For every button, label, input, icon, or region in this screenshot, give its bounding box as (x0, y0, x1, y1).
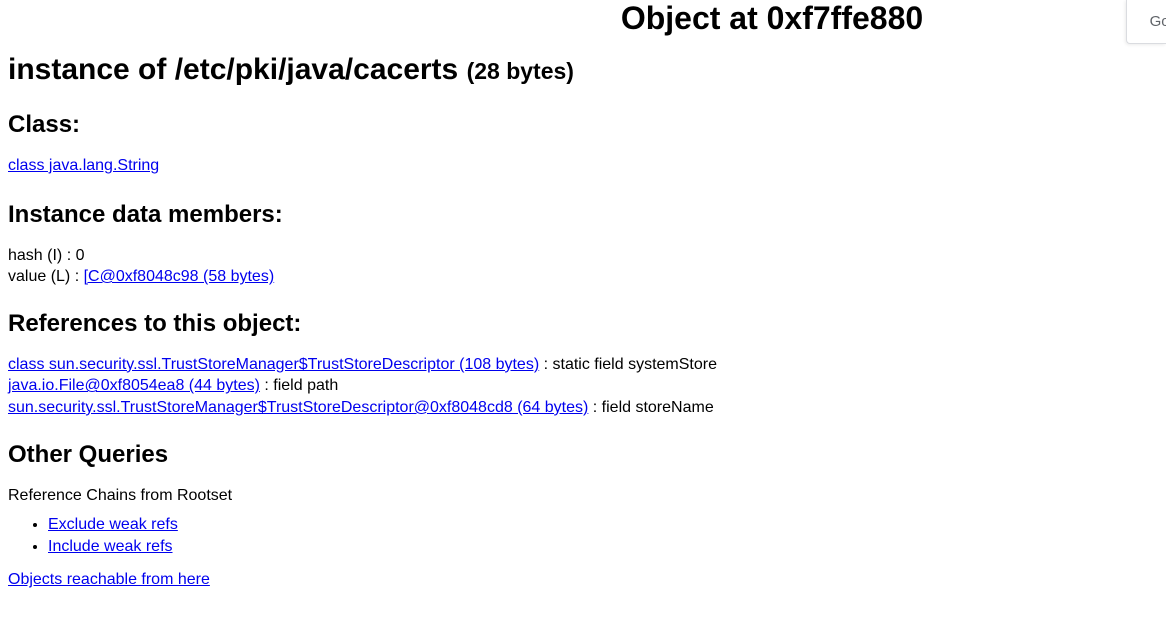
other-queries-heading: Other Queries (8, 441, 1158, 469)
reference-suffix-0: : static field systemStore (539, 356, 717, 373)
data-members-heading: Instance data members: (8, 201, 1158, 229)
list-item: Exclude weak refs (48, 514, 1158, 536)
value-link[interactable]: [C@0xf8048c98 (58 bytes) (84, 268, 275, 285)
references-heading: References to this object: (8, 310, 1158, 338)
list-item: Include weak refs (48, 536, 1158, 558)
data-members-section: Instance data members: hash (I) : 0 valu… (8, 201, 1158, 288)
other-queries-section: Other Queries Reference Chains from Root… (8, 441, 1158, 591)
value-label: value (L) : (8, 268, 84, 285)
translate-widget-text: Goo (1150, 13, 1166, 30)
class-heading: Class: (8, 111, 1158, 139)
translate-widget[interactable]: Goo (1126, 0, 1166, 44)
instance-size: (28 bytes) (467, 58, 574, 84)
reference-suffix-2: : field storeName (588, 399, 713, 416)
reference-link-1[interactable]: java.io.File@0xf8054ea8 (44 bytes) (8, 377, 260, 394)
instance-heading: instance of /etc/pki/java/cacerts (28 by… (8, 53, 1158, 87)
reference-link-0[interactable]: class sun.security.ssl.TrustStoreManager… (8, 356, 539, 373)
references-section: References to this object: class sun.sec… (8, 310, 1158, 419)
chains-list: Exclude weak refs Include weak refs (8, 514, 1158, 557)
instance-path: /etc/pki/java/cacerts (175, 53, 459, 86)
page-title: Object at 0xf7ffe880 (8, 0, 1158, 37)
exclude-weak-refs-link[interactable]: Exclude weak refs (48, 516, 178, 533)
objects-reachable-link[interactable]: Objects reachable from here (8, 571, 210, 588)
class-link[interactable]: class java.lang.String (8, 157, 159, 174)
chains-label: Reference Chains from Rootset (8, 485, 1158, 507)
hash-label: hash (I) : (8, 247, 76, 264)
hash-value: 0 (76, 247, 85, 264)
instance-prefix: instance of (8, 53, 175, 86)
class-section: Class: class java.lang.String (8, 111, 1158, 177)
reference-suffix-1: : field path (260, 377, 338, 394)
reference-link-2[interactable]: sun.security.ssl.TrustStoreManager$Trust… (8, 399, 588, 416)
include-weak-refs-link[interactable]: Include weak refs (48, 538, 173, 555)
